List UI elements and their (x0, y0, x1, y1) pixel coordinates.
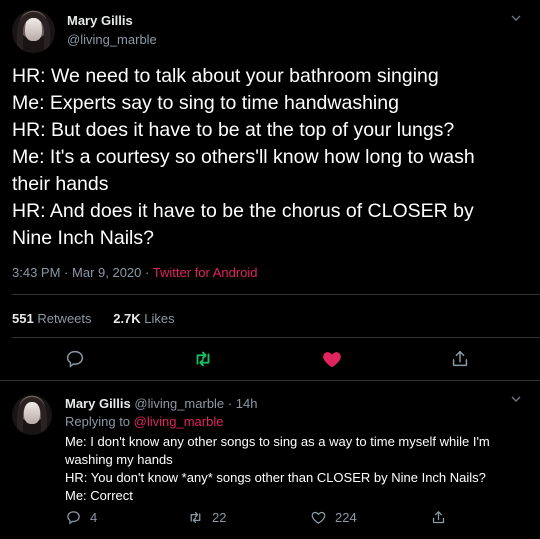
reply-count: 4 (90, 510, 98, 525)
like-count: 224 (335, 510, 357, 525)
retweet-arrows-icon (190, 511, 201, 524)
avatar[interactable] (12, 10, 55, 53)
reply-tweet[interactable]: Mary Gillis @living_marble · 14h Replyin… (0, 381, 540, 539)
replying-handle-link[interactable]: @living_marble (134, 414, 224, 429)
retweet-arrows-icon[interactable] (192, 348, 214, 370)
author-name[interactable]: Mary Gillis (65, 396, 131, 411)
divider (12, 294, 540, 295)
chevron-down-icon[interactable] (510, 12, 522, 27)
divider (12, 337, 540, 338)
retweet-button[interactable]: 22 (187, 509, 226, 526)
reply-line: HR: You don't know *any* songs other tha… (65, 470, 486, 485)
speech-bubble-icon[interactable] (64, 348, 86, 370)
author-handle[interactable]: @living_marble (67, 32, 157, 47)
likes-stat[interactable]: 2.7K Likes (113, 311, 174, 326)
reply-line: Me: Correct (65, 488, 133, 503)
tweet-source[interactable]: Twitter for Android (153, 265, 258, 280)
engagement-stats: 551 Retweets 2.7K Likes (12, 311, 175, 326)
reply-actions: 4 22 224 (0, 509, 540, 531)
reply-button[interactable]: 4 (65, 509, 97, 526)
main-tweet: Mary Gillis @living_marble HR: We need t… (0, 0, 540, 380)
chevron-down-icon[interactable] (510, 393, 522, 408)
meta-separator: · (227, 396, 233, 411)
author-handle[interactable]: @living_marble (134, 396, 224, 411)
retweets-count: 551 (12, 311, 34, 326)
tweet-line: their hands (12, 173, 109, 195)
heart-icon (311, 511, 326, 524)
likes-label: Likes (144, 311, 175, 326)
retweet-count: 22 (212, 510, 227, 525)
tweet-age[interactable]: 14h (236, 396, 258, 411)
tweet-actions (0, 348, 540, 374)
replying-prefix: Replying to (65, 414, 131, 429)
retweets-label: Retweets (37, 311, 92, 326)
share-upload-icon (432, 511, 445, 524)
meta-separator: · (145, 265, 150, 280)
replying-to: Replying to @living_marble (65, 414, 223, 429)
reply-text: Me: I don't know any other songs to sing… (65, 433, 530, 505)
tweet-line: HR: We need to talk about your bathroom … (12, 65, 439, 87)
retweets-stat[interactable]: 551 Retweets (12, 311, 92, 326)
tweet-text: HR: We need to talk about your bathroom … (12, 63, 532, 252)
likes-count: 2.7K (113, 311, 141, 326)
author-name[interactable]: Mary Gillis (67, 13, 133, 28)
tweet-line: Me: It's a courtesy so others'll know ho… (12, 146, 475, 168)
tweet-time[interactable]: 3:43 PM (12, 265, 60, 280)
reply-header: Mary Gillis @living_marble · 14h (65, 396, 257, 411)
like-button[interactable]: 224 (310, 509, 357, 526)
tweet-line: HR: But does it have to be at the top of… (12, 119, 455, 141)
share-upload-icon[interactable] (449, 348, 471, 370)
tweet-line: HR: And does it have to be the chorus of… (12, 200, 474, 222)
share-button[interactable] (430, 509, 447, 526)
tweet-line: Nine Inch Nails? (12, 227, 154, 249)
tweet-line: Me: Experts say to sing to time handwash… (12, 92, 399, 114)
heart-icon[interactable] (321, 348, 343, 370)
reply-line: Me: I don't know any other songs to sing… (65, 434, 490, 449)
avatar[interactable] (12, 395, 52, 435)
meta-separator: · (64, 265, 69, 280)
reply-line: washing my hands (65, 452, 173, 467)
tweet-date[interactable]: Mar 9, 2020 (72, 265, 141, 280)
tweet-meta: 3:43 PM · Mar 9, 2020 · Twitter for Andr… (12, 265, 258, 280)
speech-bubble-icon (67, 511, 80, 525)
